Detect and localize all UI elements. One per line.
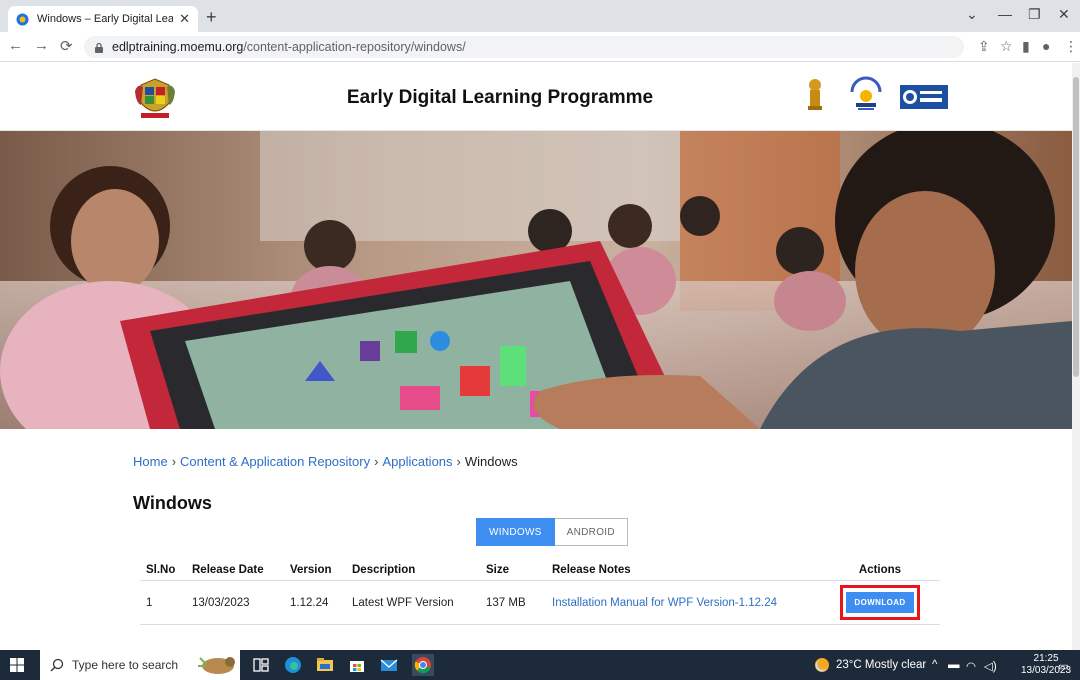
store-icon[interactable] <box>348 656 366 674</box>
breadcrumb: Home › Content & Application Repository › Ap… <box>133 454 518 469</box>
wifi-icon[interactable]: ◠ <box>966 659 976 673</box>
share-icon[interactable]: ⇪ <box>978 38 990 55</box>
cell-release-date: 13/03/2023 <box>186 580 284 625</box>
column-header-size: Size <box>486 564 510 576</box>
search-icon <box>50 658 64 672</box>
tab-search-icon[interactable]: ⌄ <box>966 6 978 23</box>
breadcrumb-current: Windows <box>464 454 518 469</box>
windows-start-icon[interactable] <box>10 658 24 672</box>
lock-icon <box>95 42 103 53</box>
edcil-logo <box>900 85 948 109</box>
chrome-icon[interactable] <box>412 654 434 676</box>
weather-text[interactable]: 23°C Mostly clear <box>836 659 926 671</box>
download-highlight-box: DOWNLOAD <box>840 585 920 620</box>
column-header-sl-no: Sl.No <box>146 564 176 576</box>
cell-version: 1.12.24 <box>284 580 346 625</box>
column-header-description: Description <box>352 564 416 576</box>
page-title: Windows <box>133 493 212 513</box>
release-notes-link[interactable]: Installation Manual for WPF Version-1.12… <box>552 597 777 609</box>
breadcrumb-separator: › <box>374 454 379 469</box>
download-button[interactable]: DOWNLOAD <box>846 592 914 613</box>
profile-icon[interactable]: ● <box>1042 38 1050 54</box>
address-bar[interactable]: edlptraining.moemu.org/content-applicati… <box>84 36 964 58</box>
column-header-version: Version <box>290 564 332 576</box>
back-icon[interactable]: ← <box>8 37 23 54</box>
breadcrumb-link-content-repository[interactable]: Content & Application Repository <box>180 454 370 469</box>
reload-icon[interactable]: ⟳ <box>60 37 73 55</box>
cell-actions: DOWNLOAD <box>820 580 940 625</box>
browser-tabstrip: Windows – Early Digital Learning ✕ + ⌄ —… <box>0 0 1080 32</box>
column-header-actions: Actions <box>858 564 902 576</box>
breadcrumb-link-home[interactable]: Home <box>133 454 168 469</box>
hero-banner-image <box>0 131 1072 429</box>
column-header-release-notes: Release Notes <box>552 564 631 576</box>
scrollbar-thumb[interactable] <box>1073 77 1079 377</box>
ministry-logo <box>850 76 882 110</box>
releases-table: Sl.No Release Date Version Description S… <box>140 560 940 625</box>
weather-icon[interactable] <box>814 657 830 673</box>
platform-toggle: WINDOWS ANDROID <box>476 518 628 546</box>
breadcrumb-separator: › <box>171 454 177 469</box>
notifications-icon[interactable]: ▭ <box>1058 659 1069 673</box>
battery-icon[interactable]: ▬ <box>948 659 960 671</box>
india-emblem-logo <box>808 79 822 110</box>
volume-icon[interactable]: ◁) <box>984 659 997 673</box>
screen: Windows – Early Digital Learning ✕ + ⌄ —… <box>0 0 1080 680</box>
maximize-icon[interactable]: ❐ <box>1028 6 1041 23</box>
page-scrollbar[interactable] <box>1072 63 1080 650</box>
new-tab-icon[interactable]: + <box>206 7 217 28</box>
tab-windows[interactable]: WINDOWS <box>476 518 555 546</box>
task-view-icon[interactable] <box>252 656 270 674</box>
url-host: edlptraining.moemu.org <box>112 40 244 54</box>
browser-tab[interactable]: Windows – Early Digital Learning ✕ <box>8 6 198 32</box>
site-favicon-icon <box>16 13 29 25</box>
menu-icon[interactable]: ⋮ <box>1064 38 1078 55</box>
site-header: Early Digital Learning Programme <box>0 63 1072 131</box>
breadcrumb-separator: › <box>456 454 461 469</box>
search-highlight-icon <box>198 657 235 674</box>
search-placeholder: Type here to search <box>72 658 179 672</box>
browser-toolbar: ← → ⟳ edlptraining.moemu.org/content-app… <box>0 32 1080 62</box>
breadcrumb-link-applications[interactable]: Applications <box>382 454 452 469</box>
close-window-icon[interactable]: ✕ <box>1058 6 1070 23</box>
table-header-row: Sl.No Release Date Version Description S… <box>140 560 940 581</box>
file-explorer-icon[interactable] <box>316 656 334 674</box>
forward-icon[interactable]: → <box>34 37 49 54</box>
show-hidden-icons-icon[interactable]: ^ <box>932 659 937 671</box>
column-header-release-date: Release Date <box>192 564 264 576</box>
bookmark-star-icon[interactable]: ☆ <box>1000 38 1013 55</box>
web-page: Early Digital Learning Programme Home › … <box>0 63 1072 650</box>
edge-browser-icon[interactable] <box>284 656 302 674</box>
cell-release-notes: Installation Manual for WPF Version-1.12… <box>546 580 820 625</box>
tab-android[interactable]: ANDROID <box>554 518 628 546</box>
tab-title: Windows – Early Digital Learning <box>37 13 174 25</box>
mail-icon[interactable] <box>380 656 398 674</box>
cell-size: 137 MB <box>480 580 546 625</box>
close-tab-icon[interactable]: ✕ <box>179 11 190 27</box>
url-path: /content-application-repository/windows/ <box>243 40 466 54</box>
cell-description: Latest WPF Version <box>346 580 480 625</box>
cell-sl-no: 1 <box>140 580 186 625</box>
minimize-icon[interactable]: — <box>998 6 1012 22</box>
table-row: 1 13/03/2023 1.12.24 Latest WPF Version … <box>140 580 940 625</box>
windows-taskbar: Type here to search 23°C Mostly clear ^ … <box>0 650 1080 680</box>
side-panel-icon[interactable]: ▮ <box>1022 38 1030 55</box>
